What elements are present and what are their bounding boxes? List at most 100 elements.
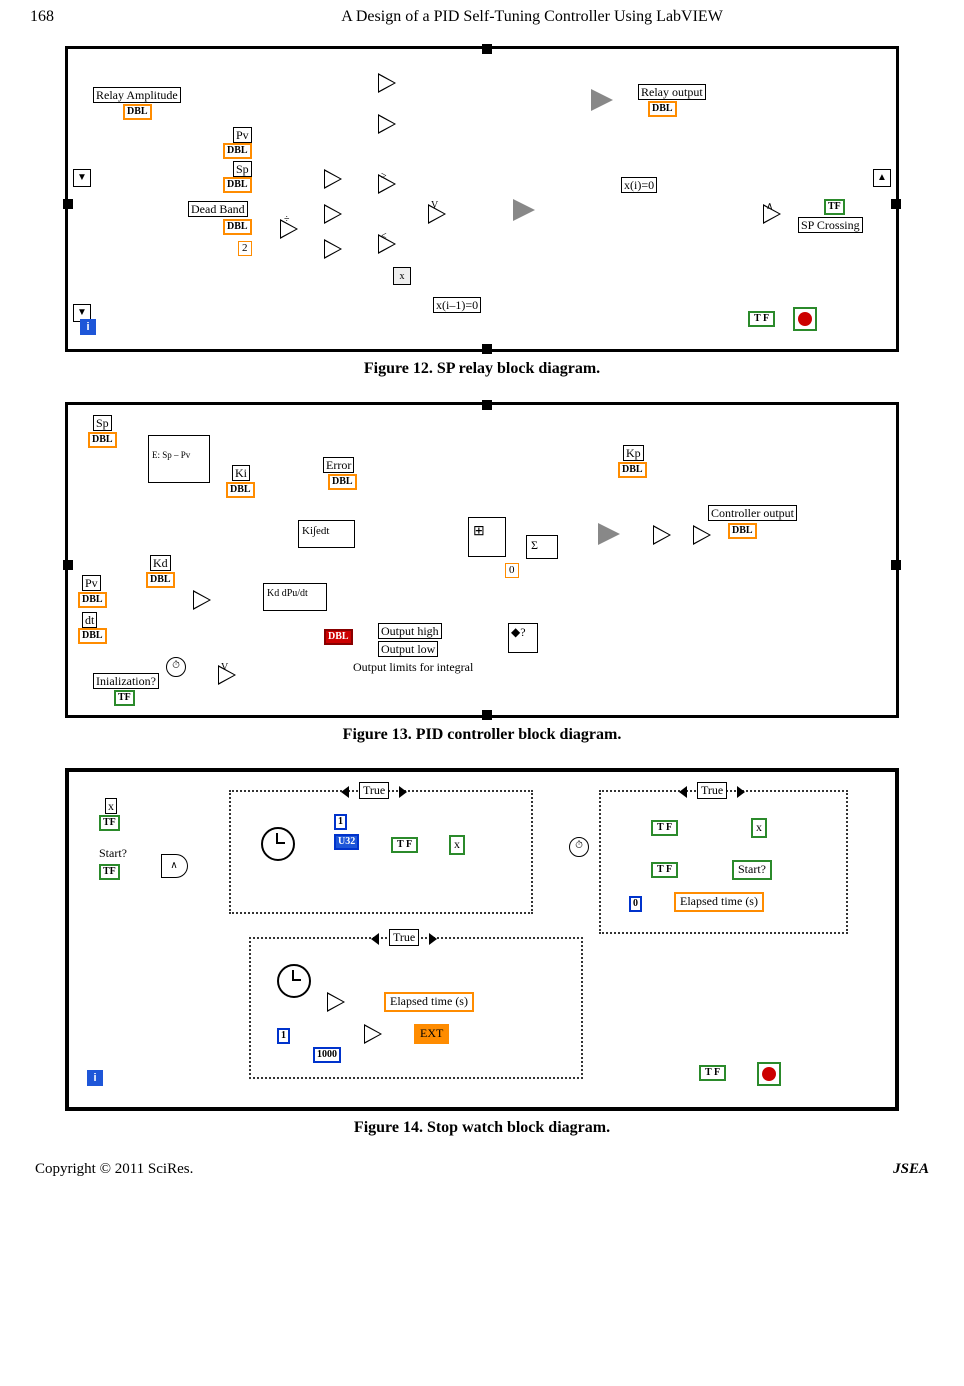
dt-label: dt [82,612,97,628]
neg-op: x [393,267,411,285]
case-next-icon [429,933,437,945]
case-next-icon [399,786,407,798]
clock-icon [277,964,311,998]
elapsed-time-indicator: Elapsed time (s) [674,892,764,912]
output-limits-label: Output limits for integral [351,660,475,674]
sp-label: Sp [93,415,112,431]
deriv-formula: Kd dPu/dt [267,588,308,599]
case-prev-icon [341,786,349,798]
case-prev-icon [679,786,687,798]
first-call-icon: ⏱ [166,657,186,677]
mult-op [193,590,211,610]
mult-op [693,525,711,545]
figure-13: Sp DBL Pv DBL dt DBL E: Sp – Pv Ki DBL K… [30,402,934,744]
plus-op [324,204,342,224]
figure-14: x TF Start? TF ∧ True 1 U32 T F x True T… [30,768,934,1137]
info-icon: i [80,319,96,335]
tf-tag: T F [699,1065,726,1081]
pv-label: Pv [82,575,101,591]
dbl-red-tag: DBL [324,629,353,645]
bundle-node: ⊞ [473,523,485,540]
journal-abbrev: JSEA [893,1161,929,1178]
paper-title: A Design of a PID Self-Tuning Controller… [130,8,934,26]
error-label: Error [323,457,354,473]
minus-op [324,169,342,189]
tf-tag: T F [748,311,775,327]
const-0: 0 [629,896,642,912]
dbl-tag: DBL [618,462,647,478]
const-1000: 1000 [313,1047,341,1063]
select-node [513,199,535,221]
dbl-tag: DBL [223,177,252,193]
integral-formula: Ki∫edt [302,525,329,537]
sp-crossing-label: SP Crossing [798,217,863,233]
x-indicator: x [751,818,767,838]
dbl-tag: DBL [223,219,252,235]
case-header: True [389,929,419,946]
case-prev-icon [371,933,379,945]
ext-tag: EXT [414,1024,449,1044]
and-gate: ∧ [161,854,188,878]
controller-output-label: Controller output [708,505,797,521]
dead-band-label: Dead Band [188,201,248,217]
dbl-tag: DBL [728,523,757,539]
case-header: True [697,782,727,799]
dbl-tag: DBL [226,482,255,498]
minus-op [378,114,396,134]
info-icon: i [87,1070,103,1086]
select-node [598,523,620,545]
tf-switch: T F [651,820,678,836]
dbl-tag: DBL [648,101,677,117]
const-1: 1 [277,1028,290,1044]
start-label: Start? [97,846,129,860]
tf-switch: T F [651,862,678,878]
figure-14-caption: Figure 14. Stop watch block diagram. [30,1119,934,1137]
figure-13-caption: Figure 13. PID controller block diagram. [30,726,934,744]
limit-node: ◆? [511,625,526,640]
minus-op [327,992,345,1012]
shift-register-down: ▼ [73,169,91,187]
u32-tag: U32 [334,834,359,850]
x-label: x [105,798,117,814]
ki-label: Ki [232,465,250,481]
pv-label: Pv [233,127,252,143]
dbl-tag: DBL [146,572,175,588]
elapsed-time-indicator: Elapsed time (s) [384,992,474,1012]
relay-amplitude-label: Relay Amplitude [93,87,181,103]
start-indicator: Start? [732,860,772,880]
relay-output-label: Relay output [638,84,706,100]
dbl-tag: DBL [328,474,357,490]
const-2: 2 [238,241,252,256]
xi10-label: x(i–1)=0 [433,297,481,313]
kp-label: Kp [623,445,644,461]
const-0: 0 [505,563,519,578]
copyright: Copyright © 2011 SciRes. [35,1161,193,1178]
tf-tag: TF [824,199,845,215]
first-call-icon: ⏱ [569,837,589,857]
tf-switch: T F [391,837,418,853]
kd-label: Kd [150,555,171,571]
dbl-tag: DBL [78,592,107,608]
stop-icon [793,307,817,331]
figure-12-caption: Figure 12. SP relay block diagram. [30,360,934,378]
plus-op [378,73,396,93]
sp-pv-formula: E: Sp – Pv [152,450,190,460]
clock-icon [261,827,295,861]
minus-op [324,239,342,259]
xi0-label: x(i)=0 [621,177,657,193]
page-number: 168 [30,8,130,26]
output-low-label: Output low [378,641,438,657]
dbl-tag: DBL [123,104,152,120]
dbl-tag: DBL [223,143,252,159]
case-header: True [359,782,389,799]
tf-tag: TF [99,815,120,831]
sp-label: Sp [233,161,252,177]
x-indicator: x [449,835,465,855]
plus-op [653,525,671,545]
case-next-icon [737,786,745,798]
dbl-tag: DBL [88,432,117,448]
shift-register-up: ▲ [873,169,891,187]
tf-tag: TF [99,864,120,880]
dbl-tag: DBL [78,628,107,644]
sum-node: Σ [531,538,538,553]
